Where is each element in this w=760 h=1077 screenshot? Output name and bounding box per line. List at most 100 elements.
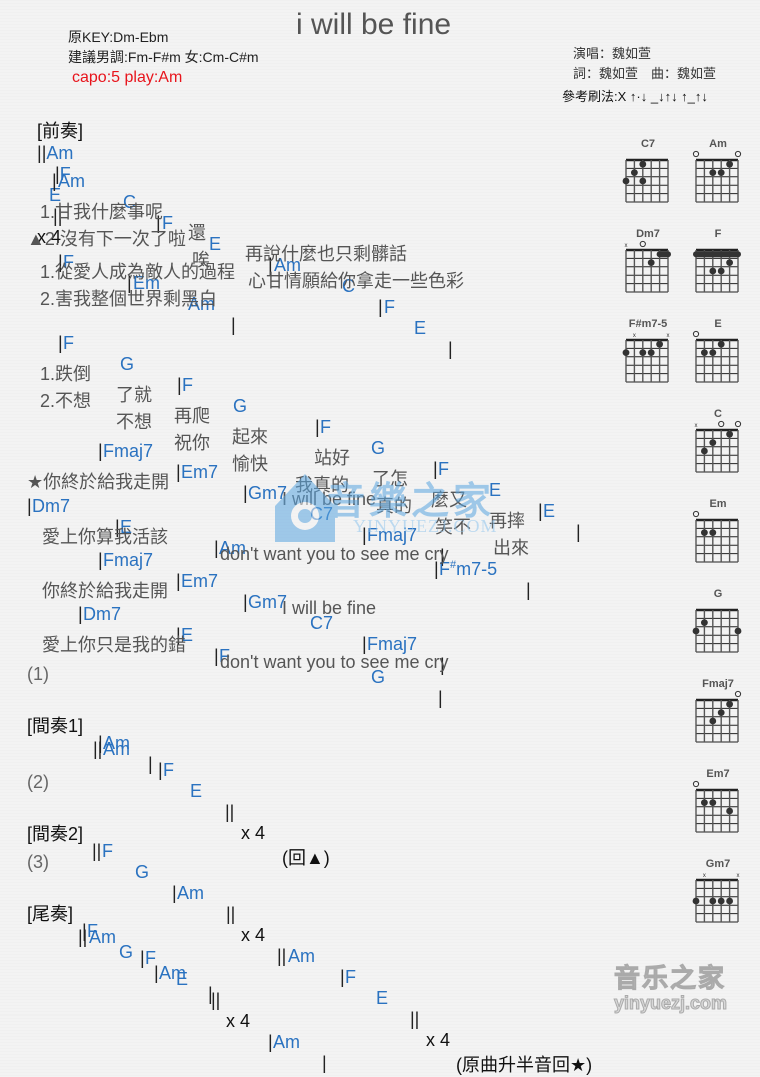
lyric: 你終於給我走開	[42, 581, 168, 601]
finger-dot	[726, 897, 733, 905]
finger-dot	[734, 627, 742, 635]
lyric: don't want you to see me cry	[220, 652, 449, 672]
open-string-marker	[734, 690, 742, 698]
chord: E	[414, 318, 427, 338]
open-string-marker	[692, 150, 700, 158]
song-title: i will be fine	[296, 8, 452, 41]
chord: E	[190, 781, 203, 801]
finger-dot	[709, 169, 717, 176]
chord: Am	[288, 946, 315, 966]
chord: F	[384, 297, 395, 317]
watermark-url: YINYUEZJ.COM	[353, 516, 498, 536]
open-string-marker	[692, 510, 700, 518]
finger-dot	[726, 160, 733, 168]
section-number: (1)	[27, 664, 49, 684]
repeat-note: (回▲)	[282, 848, 330, 868]
finger-dot	[709, 267, 717, 275]
chord: Am	[46, 143, 74, 163]
finger-dot	[709, 349, 717, 356]
finger-dot	[647, 349, 655, 356]
finger-dot	[639, 177, 647, 185]
finger-dot	[701, 529, 708, 536]
singer-credit: 演唱：魏如萱	[573, 46, 652, 61]
muted-string-marker: x	[625, 243, 628, 249]
footer-watermark: 音乐之家 yinyuezj.com	[613, 958, 728, 1014]
lyric: 1.甘我什麼事呢	[40, 202, 164, 222]
chord: Dm7	[32, 496, 71, 516]
barre	[693, 251, 741, 258]
chord: F	[163, 760, 174, 780]
section-label: [間奏2]	[27, 824, 84, 844]
open-string-marker	[734, 150, 742, 158]
lyric-line: 2.害我整個世界剩黑白	[40, 289, 218, 309]
chord: Fmaj7	[103, 441, 154, 461]
lyric: 愉快	[232, 454, 268, 474]
chord: E	[176, 969, 189, 989]
outro-repeat: || Am | F E || x 4 | Am |	[78, 927, 327, 1073]
lyric: 愛上你算我活該	[42, 527, 168, 547]
open-string-marker	[692, 780, 700, 788]
lyric: 還	[188, 223, 206, 243]
fretboard-grid	[693, 248, 741, 293]
lyric: I will be fine	[282, 598, 377, 618]
fretboard-grid	[695, 690, 742, 743]
chord: Am	[58, 171, 85, 191]
chord: G	[120, 354, 135, 374]
finger-dot	[709, 717, 717, 725]
open-string-marker	[639, 240, 646, 248]
finger-dot	[726, 430, 733, 438]
fretboard-grid	[692, 510, 739, 563]
lyric: 起來	[232, 427, 268, 447]
section-label: [間奏1]	[27, 716, 84, 736]
finger-dot	[692, 627, 700, 635]
lyric: 再說什麼也只剩髒話	[245, 244, 407, 264]
finger-dot	[726, 700, 733, 708]
finger-dot	[631, 169, 638, 176]
finger-dot	[622, 177, 630, 185]
finger-dot	[656, 340, 663, 348]
footer-logo-text: 音乐之家	[613, 963, 727, 994]
lyric-line: 1.從愛人成為敵人的過程	[40, 262, 236, 282]
chord: F	[320, 417, 331, 437]
finger-dot	[717, 169, 725, 176]
watermark: 音樂之家 YINYUEZJ.COM	[265, 466, 525, 551]
chord: Dm7	[83, 604, 122, 624]
chord: Fmaj7	[103, 550, 154, 570]
chord-suffix: m7-5	[456, 559, 498, 579]
barre	[656, 251, 671, 258]
repeat-count: x 4	[226, 1011, 251, 1031]
muted-string-marker: x	[695, 423, 698, 429]
lyric: 1.跌倒	[40, 364, 92, 384]
lyric: 愛上你只是我的錯	[42, 635, 186, 655]
muted-string-marker: x	[737, 873, 740, 879]
lyric: ★你終於給我走開	[27, 472, 170, 492]
fretboard-grid: xx	[622, 333, 670, 383]
finger-dot	[701, 799, 708, 806]
open-string-marker	[734, 420, 742, 428]
chord: Am	[103, 739, 130, 759]
capo-info: capo:5 play:Am	[72, 69, 183, 86]
suggested-key: 建議男調:Fm-F#m 女:Cm-C#m	[68, 49, 259, 65]
chord: Em7	[181, 462, 219, 482]
lyric: 2.不想	[40, 391, 92, 411]
finger-dot	[622, 349, 630, 356]
section-label: [前奏]	[37, 121, 84, 141]
fretboard-grid	[692, 150, 742, 203]
footer-logo-url: yinyuezj.com	[613, 993, 728, 1014]
finger-dot	[717, 897, 725, 905]
chord: Am	[273, 1032, 300, 1052]
chord: Em7	[181, 571, 219, 591]
finger-dot	[717, 267, 725, 275]
chord: F	[63, 333, 74, 353]
repeat-note: (原曲升半音回★)	[456, 1055, 593, 1075]
repeat-open: ||	[37, 143, 47, 163]
lyric: 心甘情願給你拿走一些色彩	[248, 271, 464, 291]
lyric: 祝你	[174, 433, 210, 453]
finger-dot	[726, 807, 733, 815]
fretboard-grid: x	[625, 240, 671, 293]
fretboard-grid	[692, 608, 742, 653]
chord: E	[543, 501, 556, 521]
repeat-count: x 4	[426, 1030, 451, 1050]
repeat-count: x 4	[241, 925, 266, 945]
lyric: ▲2.沒有下一次了啦	[27, 229, 186, 249]
